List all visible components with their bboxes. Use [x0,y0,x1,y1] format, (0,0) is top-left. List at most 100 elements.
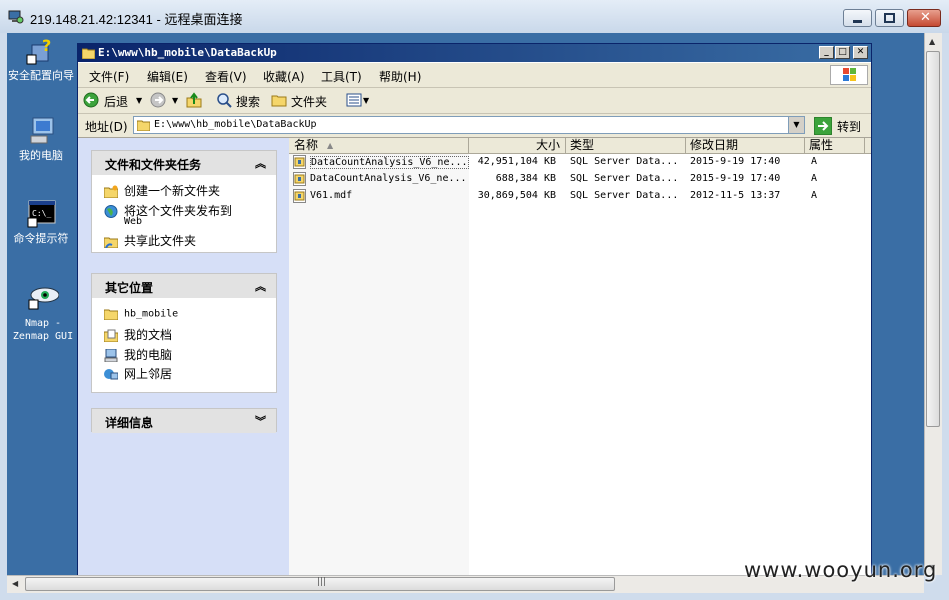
explorer-title-bar[interactable]: E:\www\hb_mobile\DataBackUp _ □ ✕ [78,44,871,62]
vertical-scroll-thumb[interactable] [926,51,940,427]
close-button[interactable]: ✕ [907,9,941,27]
file-date: 2015-9-19 17:40 [690,156,781,167]
collapse-icon[interactable]: ︽ [255,155,266,171]
desktop-icon-security-wizard[interactable]: ? 安全配置向导 [7,35,75,82]
sql-data-file-icon [293,189,306,203]
sql-data-file-icon [293,155,306,169]
file-row[interactable]: DataCountAnalysis_V6_ne... 42,951,104 KB… [289,154,871,170]
address-input[interactable]: E:\www\hb_mobile\DataBackUp ▼ [133,116,805,134]
file-size: 30,869,504 KB [477,190,556,201]
minimize-button[interactable] [843,9,872,27]
maximize-icon: □ [838,47,847,57]
address-dropdown-icon[interactable]: ▼ [788,117,804,133]
file-name: DataCountAnalysis_V6_ne... [310,173,467,184]
up-folder-icon[interactable] [186,92,202,108]
folder-icon [82,48,95,59]
file-row[interactable]: DataCountAnalysis_V6_ne... 688,384 KB SQ… [289,171,871,187]
other-places-header[interactable]: 其它位置 ︽ [92,274,276,298]
rdp-title-bar[interactable]: 219.148.21.42:12341 - 远程桌面连接 ✕ [0,0,949,33]
restore-icon [884,13,895,23]
column-name[interactable]: 名称 ▲ [289,138,469,153]
views-icon[interactable] [346,93,362,107]
desktop-icon-label: Nmap - Zenmap GUI [12,318,74,342]
security-wizard-icon: ? [25,35,57,67]
folder-icon [137,120,150,131]
menu-help[interactable]: 帮助(H) [379,68,421,85]
explorer-title: E:\www\hb_mobile\DataBackUp [98,46,277,59]
column-type[interactable]: 类型 [566,138,686,153]
address-label: 地址(D) [85,120,128,134]
task-share-folder[interactable]: 共享此文件夹 [103,232,196,249]
documents-folder-icon [103,329,119,343]
vertical-scrollbar[interactable]: ▲ ▼ [924,33,942,575]
details-panel: 详细信息 ︾ [91,408,277,433]
cmd-icon: C:\_ [25,198,57,230]
file-tasks-title: 文件和文件夹任务 [105,158,202,172]
folders-icon [271,95,287,107]
watermark: www.wooyun.org [744,558,938,582]
desktop-icon-zenmap[interactable]: Nmap - Zenmap GUI [9,283,77,343]
back-button[interactable]: 后退 [104,93,128,110]
svg-text:C:\_: C:\_ [32,209,51,218]
column-date[interactable]: 修改日期 [686,138,805,153]
desktop-icon-cmd[interactable]: C:\_ 命令提示符 [7,198,75,245]
expand-icon[interactable]: ︾ [255,413,266,429]
other-places-title: 其它位置 [105,281,154,295]
place-network[interactable]: 网上邻居 [104,365,172,382]
explorer-close-button[interactable]: ✕ [853,46,868,59]
column-size[interactable]: 大小 [469,138,566,153]
close-icon: ✕ [920,10,931,25]
file-tasks-header[interactable]: 文件和文件夹任务 ︽ [92,151,276,175]
back-dropdown-icon[interactable]: ▼ [136,96,142,105]
menu-file[interactable]: 文件(F) [89,68,129,85]
place-my-computer[interactable]: 我的电脑 [104,346,172,363]
scroll-up-icon[interactable]: ▲ [929,37,935,46]
file-tasks-panel: 文件和文件夹任务 ︽ 创建一个新文件夹 将这个文件夹发布到 Web 共享此文件夹 [91,150,277,253]
collapse-icon[interactable]: ︽ [255,278,266,294]
details-header[interactable]: 详细信息 ︾ [92,409,276,433]
svg-text:?: ? [42,36,51,55]
address-bar: 地址(D) E:\www\hb_mobile\DataBackUp ▼ 转到 [78,114,871,138]
menu-view[interactable]: 查看(V) [205,68,247,85]
place-hb-mobile[interactable]: hb_mobile [103,307,178,321]
search-button[interactable]: 搜索 [236,93,260,110]
place-my-documents[interactable]: 我的文档 [103,326,172,343]
task-new-folder[interactable]: 创建一个新文件夹 [103,182,220,199]
address-value: E:\www\hb_mobile\DataBackUp [154,119,317,130]
desktop-icon-label: 命令提示符 [13,232,69,245]
folders-button[interactable]: 文件夹 [291,93,327,110]
file-row[interactable]: V61.mdf 30,869,504 KB SQL Server Data...… [289,188,871,204]
menu-edit[interactable]: 编辑(E) [147,68,188,85]
task-publish-web-line2[interactable]: Web [124,216,142,227]
close-icon: ✕ [856,47,865,57]
back-arrow-icon [83,92,99,108]
menu-bar: 文件(F) 编辑(E) 查看(V) 收藏(A) 工具(T) 帮助(H) [78,63,871,88]
forward-arrow-icon[interactable] [150,92,166,108]
file-type: SQL Server Data... [570,190,679,201]
other-places-panel: 其它位置 ︽ hb_mobile 我的文档 我的电脑 网上邻居 [91,273,277,393]
restore-button[interactable] [875,9,904,27]
desktop-icon-label: 安全配置向导 [8,69,74,82]
sorted-column-highlight [289,154,469,576]
explorer-minimize-button[interactable]: _ [819,46,834,59]
go-button[interactable]: 转到 [811,116,867,135]
rdp-window: 219.148.21.42:12341 - 远程桌面连接 ✕ ? 安全配置向导 … [0,0,949,600]
windows-logo-icon [830,65,868,85]
new-folder-icon [103,185,119,199]
column-attributes[interactable]: 属性 [805,138,865,153]
column-header-row: 名称 ▲ 大小 类型 修改日期 属性 [289,138,871,154]
scroll-grip-icon: ||| [317,577,327,587]
desktop-icon-my-computer[interactable]: 我的电脑 [7,115,75,162]
menu-tools[interactable]: 工具(T) [321,68,362,85]
explorer-maximize-button[interactable]: □ [835,46,850,59]
views-dropdown-icon[interactable]: ▼ [363,96,369,105]
minimize-icon: _ [824,47,829,57]
menu-favorites[interactable]: 收藏(A) [263,68,305,85]
scroll-left-icon[interactable]: ◀ [12,579,18,588]
zenmap-eye-icon [27,283,60,315]
forward-dropdown-icon[interactable]: ▼ [172,96,178,105]
file-attributes: A [811,156,818,167]
go-label: 转到 [837,120,862,134]
share-folder-icon [103,235,119,249]
minimize-icon [853,20,862,23]
